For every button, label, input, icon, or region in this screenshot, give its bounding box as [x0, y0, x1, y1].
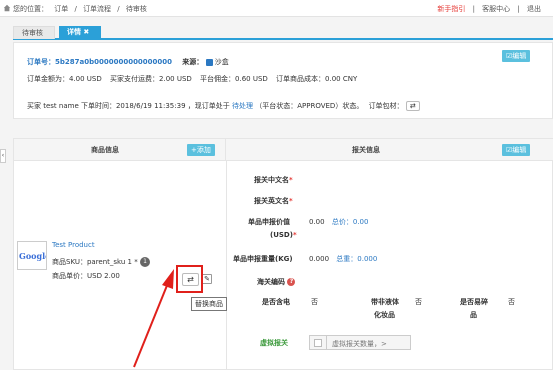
platform-status: （平台状态：APPROVED）状态。 — [255, 102, 364, 110]
battery-label: 是否含电 — [262, 298, 290, 306]
breadcrumb-sep: / — [117, 5, 120, 13]
breadcrumb-order[interactable]: 订单 — [54, 5, 68, 13]
required-mark: * — [289, 197, 293, 205]
total-weight: 总重：0.000 — [336, 255, 378, 263]
product-cost: 订单商品成本：0.00 CNY — [276, 75, 358, 83]
product-name-link[interactable]: Test Product — [52, 241, 95, 249]
fragile-label-2: 品 — [470, 311, 477, 319]
order-id-value: 5b287a0b0000000000000000 — [55, 58, 173, 66]
breadcrumb-pending[interactable]: 待审核 — [126, 5, 147, 13]
product-logo-text: Google — [19, 251, 46, 261]
fragile-label-1: 是否易碎 — [460, 298, 488, 306]
virtual-customs-label: 虚拟报关 — [260, 339, 288, 347]
group-divider — [326, 336, 327, 349]
package-label: 订单包材： — [368, 102, 404, 110]
order-status-text: 买家 test name 下单时间：2018/6/19 11:35:39 ，现订… — [27, 102, 230, 110]
virtual-customs-qty-input[interactable]: 虚拟报关数量，> — [332, 339, 387, 349]
amount-row: 订单金额为：4.00 USD 买家支付运费：2.00 USD 平台佣金：0.60… — [27, 74, 357, 84]
newbie-guide-link[interactable]: 新手指引 — [437, 5, 465, 13]
package-swap-button[interactable]: ⇄ — [405, 101, 420, 111]
customs-en-name-text: 报关英文名 — [254, 197, 289, 205]
liquid-value: 否 — [415, 298, 422, 306]
swap-icon: ⇄ — [409, 102, 416, 110]
tab-pending[interactable]: 待审核 — [13, 26, 55, 39]
unit-value: 0.00 总价：0.00 — [309, 217, 368, 227]
virtual-customs-checkbox[interactable] — [314, 339, 322, 347]
edit-product-icon[interactable]: ✎ — [202, 274, 212, 284]
breadcrumb-flow[interactable]: 订单流程 — [83, 5, 111, 13]
liquid-label-1: 带非液体 — [371, 298, 399, 306]
divider: | — [517, 5, 520, 13]
customs-en-name-label: 报关英文名* — [254, 196, 293, 206]
order-status-state: 待处理 — [232, 102, 253, 110]
order-amount: 订单金额为：4.00 USD — [27, 75, 102, 83]
customs-edit-label: 编辑 — [512, 146, 527, 154]
status-row: 买家 test name 下单时间：2018/6/19 11:35:39 ，现订… — [27, 101, 420, 111]
collapse-arrow-icon[interactable]: ‹ — [0, 149, 6, 163]
order-edit-label: 编辑 — [512, 52, 527, 60]
unit-value-unit-label: (USD)* — [270, 231, 297, 239]
order-id-label: 订单号： — [27, 58, 55, 66]
replace-product-tooltip: 替换商品 — [191, 297, 227, 311]
customs-edit-button[interactable]: ☑编辑 — [502, 144, 531, 156]
buyer-shipping: 买家支付运费：2.00 USD — [110, 75, 192, 83]
weight-value: 0.000 总重：0.000 — [309, 254, 377, 264]
tab-detail[interactable]: 详情 ✖ — [59, 26, 101, 39]
divider: | — [472, 5, 475, 13]
breadcrumb-sep: / — [74, 5, 77, 13]
commission: 平台佣金：0.60 USD — [200, 75, 268, 83]
top-links: 新手指引 | 客服中心 | 退出 — [432, 4, 541, 14]
top-bar: 您的位置： 订单 / 订单流程 / 待审核 新手指引 | 客服中心 | 退出 — [0, 0, 553, 17]
customer-service-link[interactable]: 客服中心 — [482, 5, 510, 13]
customs-cn-name-label: 报关中文名* — [254, 175, 293, 185]
hs-code-text: 海关编码 — [257, 278, 285, 286]
customs-header-title: 报关信息 — [352, 146, 380, 154]
order-id-row: 订单号：5b287a0b0000000000000000 来源： 沙盒 — [27, 57, 229, 67]
breadcrumb: 您的位置： 订单 / 订单流程 / 待审核 — [13, 4, 151, 14]
customs-cn-name-text: 报关中文名 — [254, 176, 289, 184]
home-icon — [3, 4, 11, 12]
source-value: 沙盒 — [214, 58, 229, 66]
goods-header: 商品信息 +添加 — [14, 139, 226, 161]
add-goods-label: 添加 — [196, 146, 211, 154]
source-label: 来源： — [182, 58, 204, 66]
goods-header-title: 商品信息 — [91, 146, 119, 154]
product-price: 商品单价：USD 2.00 — [52, 272, 120, 280]
column-divider — [226, 161, 227, 370]
required-mark: * — [292, 231, 297, 239]
unit-value-unit-text: (USD) — [270, 231, 293, 239]
order-summary-card: 订单号：5b287a0b0000000000000000 来源： 沙盒 ☑编辑 … — [13, 42, 553, 119]
required-mark: * — [289, 176, 293, 184]
product-image: Google — [17, 241, 47, 270]
product-sku: 商品SKU：parent_sku 1 * — [52, 258, 138, 266]
help-icon[interactable]: ? — [287, 278, 296, 286]
customs-header: 报关信息 ☑编辑 — [226, 139, 553, 161]
total-price: 总价：0.00 — [331, 218, 369, 226]
order-edit-button[interactable]: ☑编辑 — [502, 50, 531, 62]
weight-label: 单品申报重量(KG) — [233, 255, 293, 263]
weight-amount: 0.000 — [309, 255, 330, 263]
unit-value-label: 单品申报价值 — [248, 218, 290, 226]
fragile-value: 否 — [508, 298, 515, 306]
logout-link[interactable]: 退出 — [527, 5, 541, 13]
liquid-label-2: 化妆品 — [374, 311, 395, 319]
goods-customs-card: 商品信息 +添加 报关信息 ☑编辑 Google Test Product 商品… — [13, 138, 553, 370]
breadcrumb-prefix: 您的位置： — [13, 5, 48, 13]
hs-code-label: 海关编码 ? — [257, 277, 296, 287]
battery-value: 否 — [311, 298, 318, 306]
tab-bar: 待审核 详情 ✖ — [13, 26, 553, 40]
virtual-customs-group: 虚拟报关数量，> — [309, 335, 411, 350]
add-goods-button[interactable]: +添加 — [187, 144, 215, 156]
source-icon — [205, 58, 213, 66]
unit-value-amount: 0.00 — [309, 218, 325, 226]
annotation-arrow-icon — [133, 269, 174, 368]
